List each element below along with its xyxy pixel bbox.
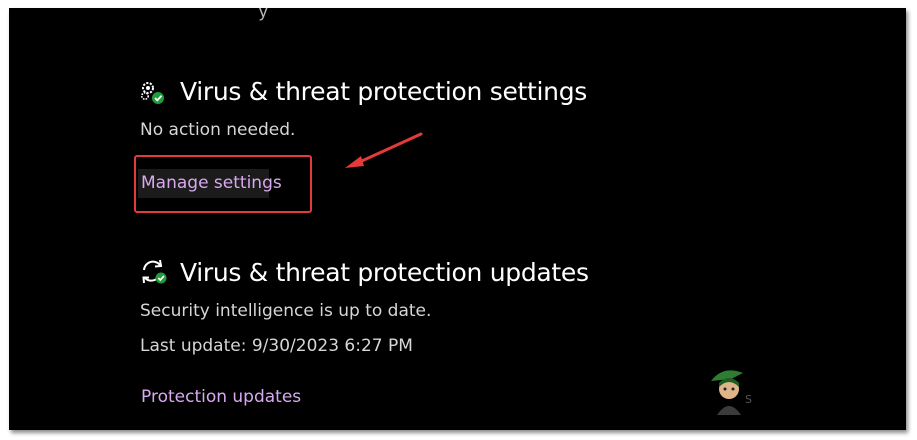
settings-section-title: Virus & threat protection settings (180, 77, 588, 106)
watermark-logo-icon: S (701, 363, 759, 420)
last-update-text: Last update: 9/30/2023 6:27 PM (140, 336, 413, 356)
updates-status-text: Security intelligence is up to date. (140, 301, 432, 321)
annotation-highlight-box (134, 155, 312, 213)
truncated-text: y (259, 8, 268, 21)
settings-gear-check-icon (139, 80, 167, 111)
refresh-check-icon (140, 259, 168, 290)
protection-updates-link[interactable]: Protection updates (141, 387, 301, 407)
annotation-arrow-icon (339, 130, 425, 177)
svg-text:S: S (745, 393, 752, 406)
settings-status-text: No action needed. (140, 120, 296, 140)
defender-window: y Virus & threat protection settings No … (9, 8, 906, 430)
updates-section-title: Virus & threat protection updates (180, 258, 589, 287)
